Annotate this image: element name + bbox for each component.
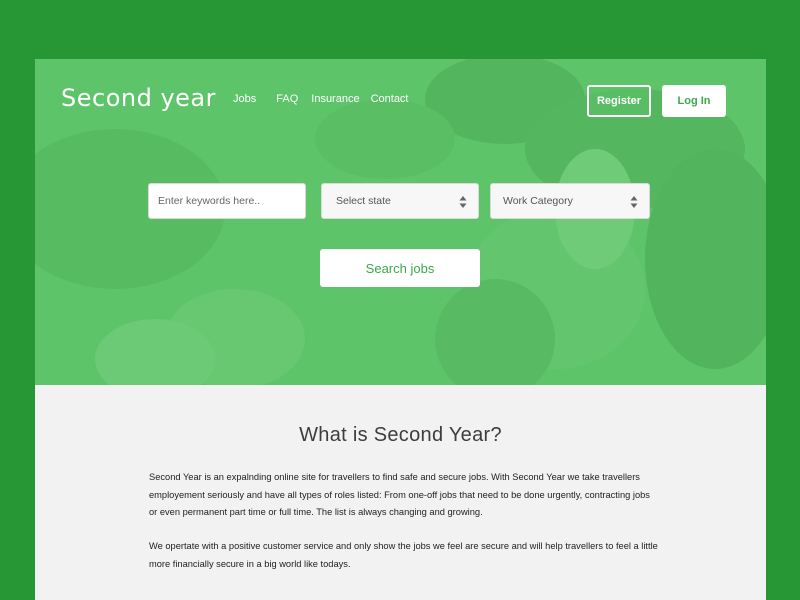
nav-contact[interactable]: Contact bbox=[371, 93, 409, 105]
about-title: What is Second Year? bbox=[299, 424, 502, 446]
select-arrows-icon bbox=[630, 196, 638, 208]
register-button[interactable]: Register bbox=[587, 85, 651, 117]
page: Second year Jobs FAQ Insurance Contact R… bbox=[35, 59, 766, 600]
nav-insurance[interactable]: Insurance bbox=[311, 93, 359, 105]
state-select[interactable]: Select state bbox=[321, 183, 479, 219]
search-jobs-button[interactable]: Search jobs bbox=[320, 249, 480, 287]
hero-section: Second year Jobs FAQ Insurance Contact R… bbox=[35, 59, 766, 385]
about-paragraph-1: Second Year is an expalnding online site… bbox=[149, 472, 650, 517]
category-select[interactable]: Work Category bbox=[490, 183, 650, 219]
keywords-input[interactable] bbox=[158, 184, 305, 218]
main-nav: Jobs FAQ Insurance Contact bbox=[233, 93, 422, 105]
about-paragraph-2: We opertate with a positive customer ser… bbox=[149, 541, 658, 569]
nav-faq[interactable]: FAQ bbox=[276, 93, 298, 105]
select-arrows-icon bbox=[459, 196, 467, 208]
keywords-field bbox=[148, 183, 306, 219]
login-button[interactable]: Log In bbox=[662, 85, 726, 117]
nav-jobs[interactable]: Jobs bbox=[233, 93, 256, 105]
state-select-value: Select state bbox=[336, 195, 391, 207]
category-select-value: Work Category bbox=[503, 195, 573, 207]
brand-logo[interactable]: Second year bbox=[61, 84, 216, 112]
